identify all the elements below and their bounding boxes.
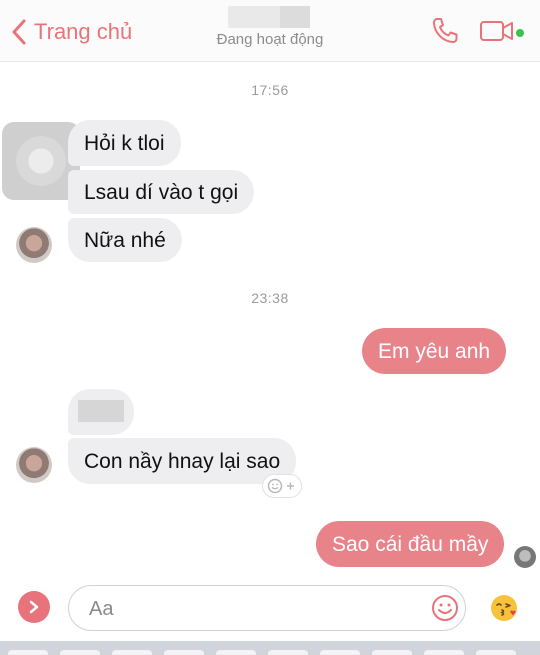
- keyboard-key[interactable]: [164, 650, 204, 655]
- keyboard-key[interactable]: [320, 650, 360, 655]
- chat-header: Trang chủ Đang hoạt động: [0, 0, 540, 62]
- chevron-left-icon: [12, 19, 26, 45]
- contact-avatar[interactable]: [16, 447, 52, 483]
- message-incoming[interactable]: Con nầy hnay lại sao: [68, 438, 297, 484]
- keyboard-key[interactable]: [60, 650, 100, 655]
- online-indicator: [516, 29, 524, 37]
- timestamp: 17:56: [251, 82, 289, 98]
- message-incoming[interactable]: Hỏi k tloi: [68, 120, 181, 166]
- seen-avatar: [514, 546, 536, 568]
- keyboard-key[interactable]: [424, 650, 464, 655]
- keyboard-key[interactable]: [8, 650, 48, 655]
- back-button[interactable]: Trang chủ: [12, 12, 132, 52]
- chevron-right-icon: [29, 600, 39, 614]
- keyboard-key[interactable]: [476, 650, 516, 655]
- keyboard-key[interactable]: [112, 650, 152, 655]
- contact-avatar[interactable]: [16, 227, 52, 263]
- contact-name-blurred: [228, 6, 310, 28]
- active-status: Đang hoạt động: [216, 31, 324, 48]
- expand-actions-button[interactable]: [18, 591, 50, 623]
- emoji-picker-icon[interactable]: [431, 594, 459, 622]
- kiss-emoji-icon[interactable]: [489, 593, 519, 623]
- add-reaction-button[interactable]: [262, 474, 302, 498]
- keyboard-key[interactable]: [372, 650, 412, 655]
- message-input-placeholder: Aa: [89, 598, 114, 620]
- message-outgoing[interactable]: Em yêu anh: [362, 328, 507, 374]
- keyboard-key[interactable]: [216, 650, 256, 655]
- message-incoming[interactable]: Lsau dí vào t gọi: [68, 170, 255, 214]
- video-call-icon[interactable]: [480, 20, 514, 42]
- phone-call-icon[interactable]: [430, 16, 460, 46]
- message-input[interactable]: Aa: [68, 585, 466, 631]
- blurred-content: [78, 400, 124, 422]
- back-label: Trang chủ: [34, 19, 133, 44]
- timestamp: 23:38: [251, 290, 289, 306]
- smiley-plus-icon: [267, 478, 294, 494]
- message-outgoing[interactable]: Sao cái đầu mầy: [316, 521, 505, 567]
- message-incoming[interactable]: Nữa nhé: [68, 218, 182, 262]
- keyboard-key[interactable]: [268, 650, 308, 655]
